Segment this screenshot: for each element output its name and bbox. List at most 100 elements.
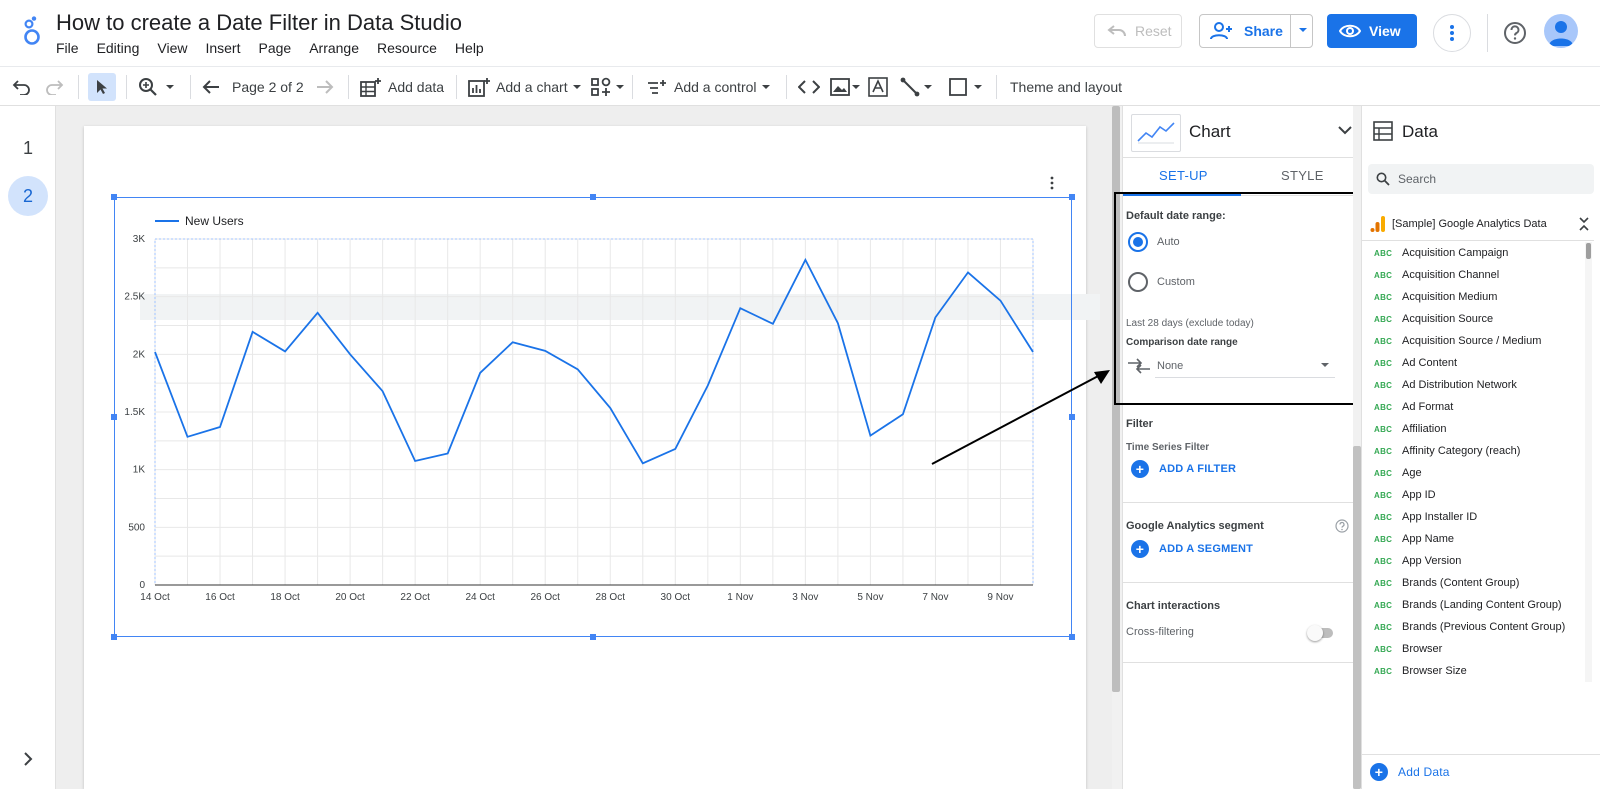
data-point[interactable]	[770, 321, 776, 327]
undo-button[interactable]	[12, 73, 32, 101]
add-control-button[interactable]: Add a control	[646, 73, 772, 101]
data-point[interactable]	[867, 433, 873, 439]
reset-button[interactable]: Reset	[1094, 14, 1182, 48]
field-item[interactable]: ABC Acquisition Campaign	[1362, 242, 1592, 264]
data-point[interactable]	[932, 314, 938, 320]
data-point[interactable]	[607, 405, 613, 411]
data-point[interactable]	[347, 351, 353, 357]
document-title[interactable]: How to create a Date Filter in Data Stud…	[56, 10, 462, 36]
resize-handle[interactable]	[111, 414, 117, 420]
menu-file[interactable]: File	[56, 40, 79, 56]
menu-view[interactable]: View	[157, 40, 187, 56]
field-item[interactable]: ABC Affiliation	[1362, 418, 1592, 440]
add-filter-button[interactable]: + ADD A FILTER	[1131, 460, 1236, 478]
data-point[interactable]	[412, 458, 418, 464]
field-item[interactable]: ABC App Name	[1362, 528, 1592, 550]
data-point[interactable]	[900, 411, 906, 417]
collapse-icon[interactable]	[1578, 217, 1590, 231]
menu-help[interactable]: Help	[455, 40, 484, 56]
data-point[interactable]	[217, 424, 223, 430]
redo-button[interactable]	[44, 73, 64, 101]
data-point[interactable]	[250, 329, 256, 335]
menu-arrange[interactable]: Arrange	[309, 40, 359, 56]
next-page-button[interactable]	[316, 73, 334, 101]
help-icon[interactable]	[1502, 20, 1528, 46]
chart-type-picker[interactable]	[1131, 114, 1181, 152]
add-segment-button[interactable]: + ADD A SEGMENT	[1131, 540, 1253, 558]
add-chart-button[interactable]: Add a chart	[468, 73, 583, 101]
field-item[interactable]: ABC Acquisition Source / Medium	[1362, 330, 1592, 352]
menu-page[interactable]: Page	[258, 40, 291, 56]
data-point[interactable]	[965, 269, 971, 275]
previous-page-button[interactable]	[202, 73, 220, 101]
data-point[interactable]	[737, 305, 743, 311]
data-studio-logo-icon[interactable]	[20, 16, 44, 46]
field-item[interactable]: ABC Affinity Category (reach)	[1362, 440, 1592, 462]
data-point[interactable]	[315, 310, 321, 316]
share-button[interactable]: Share	[1199, 14, 1313, 48]
field-item[interactable]: ABC Acquisition Medium	[1362, 286, 1592, 308]
image-button[interactable]	[830, 73, 862, 101]
data-point[interactable]	[152, 349, 158, 355]
field-item[interactable]: ABC Acquisition Source	[1362, 308, 1592, 330]
data-point[interactable]	[997, 298, 1003, 304]
data-point[interactable]	[445, 451, 451, 457]
field-item[interactable]: ABC Age	[1362, 462, 1592, 484]
chevron-right-icon[interactable]	[20, 751, 36, 767]
view-button[interactable]: View	[1327, 14, 1417, 48]
field-item[interactable]: ABC App Version	[1362, 550, 1592, 572]
data-point[interactable]	[510, 339, 516, 345]
share-dropdown-arrow-icon[interactable]	[1296, 23, 1310, 37]
data-point[interactable]	[672, 446, 678, 452]
theme-layout-button[interactable]: Theme and layout	[1010, 73, 1122, 101]
field-item[interactable]: ABC Acquisition Channel	[1362, 264, 1592, 286]
shape-button[interactable]	[948, 73, 984, 101]
resize-handle[interactable]	[1069, 634, 1075, 640]
field-item[interactable]: ABC Browser Size	[1362, 660, 1592, 682]
data-point[interactable]	[477, 370, 483, 376]
page-thumb-2[interactable]: 2	[8, 176, 48, 216]
more-options-button[interactable]	[1433, 14, 1471, 52]
help-circle-icon[interactable]	[1335, 519, 1349, 533]
field-search[interactable]	[1368, 164, 1594, 194]
field-item[interactable]: ABC Ad Distribution Network	[1362, 374, 1592, 396]
line-button[interactable]	[900, 73, 934, 101]
tab-setup[interactable]: SET-UP	[1159, 168, 1208, 183]
chevron-down-icon[interactable]	[1337, 124, 1353, 136]
resize-handle[interactable]	[590, 634, 596, 640]
props-scrollbar-thumb[interactable]	[1353, 446, 1361, 789]
menu-resource[interactable]: Resource	[377, 40, 437, 56]
add-data-button[interactable]: Add data	[360, 73, 444, 101]
field-item[interactable]: ABC Brands (Content Group)	[1362, 572, 1592, 594]
search-input[interactable]	[1398, 172, 1578, 186]
data-source-row[interactable]: [Sample] Google Analytics Data	[1370, 212, 1596, 236]
data-point[interactable]	[185, 434, 191, 440]
data-point[interactable]	[705, 382, 711, 388]
data-scrollbar-thumb[interactable]	[1586, 243, 1591, 259]
resize-handle[interactable]	[1069, 194, 1075, 200]
field-item[interactable]: ABC Browser	[1362, 638, 1592, 660]
text-box-button[interactable]	[868, 73, 888, 101]
data-point[interactable]	[1030, 349, 1036, 355]
tab-style[interactable]: STYLE	[1281, 168, 1324, 183]
field-item[interactable]: ABC Brands (Previous Content Group)	[1362, 616, 1592, 638]
cross-filtering-toggle[interactable]	[1307, 625, 1333, 641]
add-data-link[interactable]: + Add Data	[1370, 763, 1450, 781]
data-point[interactable]	[802, 257, 808, 263]
data-point[interactable]	[640, 460, 646, 466]
page-thumb-1[interactable]: 1	[8, 128, 48, 168]
data-point[interactable]	[380, 388, 386, 394]
field-item[interactable]: ABC Ad Content	[1362, 352, 1592, 374]
menu-insert[interactable]: Insert	[205, 40, 240, 56]
data-scrollbar-track[interactable]	[1585, 242, 1592, 682]
resize-handle[interactable]	[111, 634, 117, 640]
user-avatar[interactable]	[1544, 14, 1578, 48]
field-item[interactable]: ABC Brands (Landing Content Group)	[1362, 594, 1592, 616]
data-point[interactable]	[542, 348, 548, 354]
series-line-new-users[interactable]	[154, 257, 1034, 465]
community-viz-button[interactable]	[590, 73, 626, 101]
menu-editing[interactable]: Editing	[97, 40, 140, 56]
select-tool-button[interactable]	[88, 73, 116, 101]
data-point[interactable]	[835, 320, 841, 326]
data-point[interactable]	[282, 348, 288, 354]
